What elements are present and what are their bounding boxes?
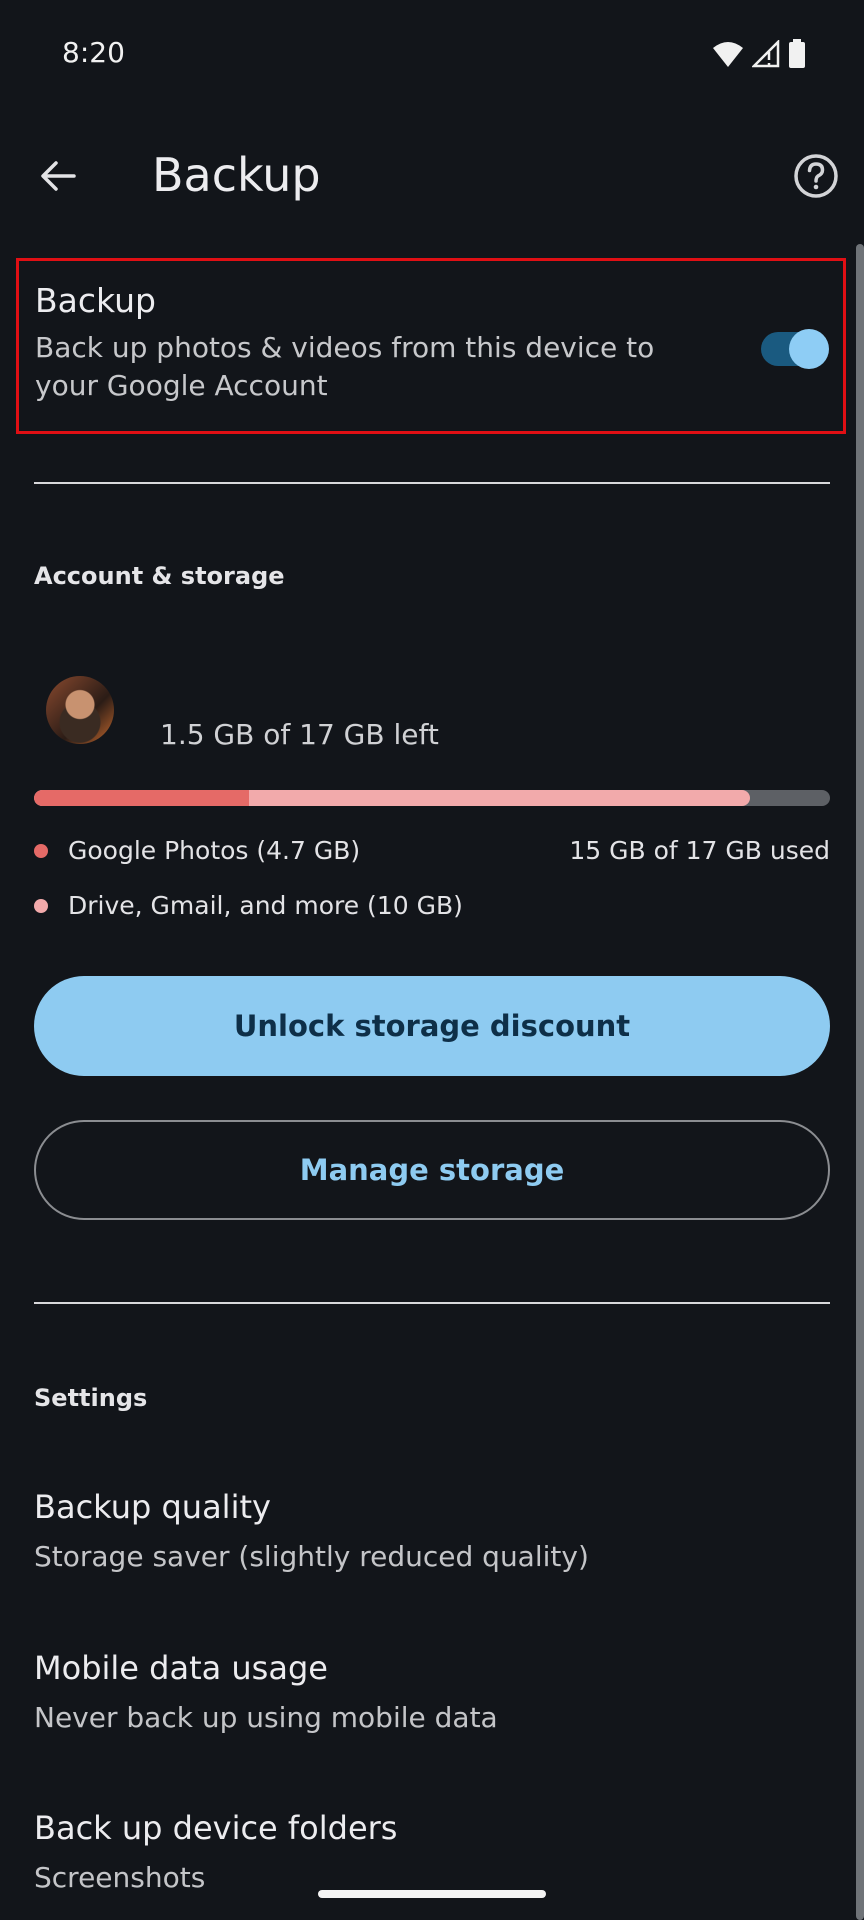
- status-time: 8:20: [62, 36, 125, 69]
- wifi-icon: [713, 42, 743, 67]
- divider: [34, 1302, 830, 1304]
- divider: [34, 482, 830, 484]
- scrollbar[interactable]: [856, 244, 864, 1920]
- arrow-back-icon: [41, 161, 76, 191]
- setting-title: Backup quality: [34, 1488, 271, 1526]
- page-title: Backup: [152, 148, 321, 202]
- switch-thumb: [789, 329, 829, 369]
- storage-left-text: 1.5 GB of 17 GB left: [160, 718, 439, 751]
- app-bar: Backup: [0, 130, 864, 220]
- setting-subtitle: Screenshots: [34, 1861, 206, 1894]
- manage-storage-button[interactable]: Manage storage: [34, 1120, 830, 1220]
- avatar[interactable]: [46, 676, 114, 744]
- setting-subtitle: Never back up using mobile data: [34, 1701, 498, 1734]
- status-bar: 8:20: [0, 0, 864, 110]
- help-button[interactable]: [786, 146, 846, 206]
- account-storage-section-label: Account & storage: [34, 562, 285, 590]
- unlock-storage-discount-button[interactable]: Unlock storage discount: [34, 976, 830, 1076]
- backup-switch[interactable]: [761, 329, 829, 369]
- legend-label-photos: Google Photos (4.7 GB): [68, 836, 361, 865]
- setting-title: Back up device folders: [34, 1809, 398, 1847]
- backup-toggle-description: Back up photos & videos from this device…: [35, 331, 655, 402]
- legend-dot-other: [34, 898, 48, 913]
- legend-dot-photos: [34, 843, 48, 858]
- cellular-signal-icon: [752, 40, 780, 68]
- setting-back-up-device-folders[interactable]: Back up device folders Screenshots: [34, 1809, 830, 1919]
- setting-subtitle: Storage saver (slightly reduced quality): [34, 1540, 589, 1573]
- legend-item-photos: Google Photos (4.7 GB): [34, 836, 360, 865]
- storage-used-text: 15 GB of 17 GB used: [569, 836, 830, 865]
- status-icons: [712, 38, 806, 70]
- settings-section-label: Settings: [34, 1384, 148, 1412]
- legend-label-other: Drive, Gmail, and more (10 GB): [68, 891, 463, 920]
- backup-toggle-title: Backup: [35, 281, 156, 320]
- storage-bar-photos-segment: [34, 790, 249, 806]
- help-circle-icon: [794, 154, 838, 198]
- backup-toggle-row[interactable]: Backup Back up photos & videos from this…: [16, 258, 846, 434]
- battery-icon: [789, 39, 805, 68]
- setting-mobile-data-usage[interactable]: Mobile data usage Never back up using mo…: [34, 1649, 830, 1759]
- home-indicator[interactable]: [318, 1890, 546, 1898]
- storage-usage-bar: [34, 790, 830, 806]
- setting-backup-quality[interactable]: Backup quality Storage saver (slightly r…: [34, 1488, 830, 1598]
- back-button[interactable]: [28, 146, 88, 206]
- setting-title: Mobile data usage: [34, 1649, 328, 1687]
- legend-item-other: Drive, Gmail, and more (10 GB): [34, 891, 463, 920]
